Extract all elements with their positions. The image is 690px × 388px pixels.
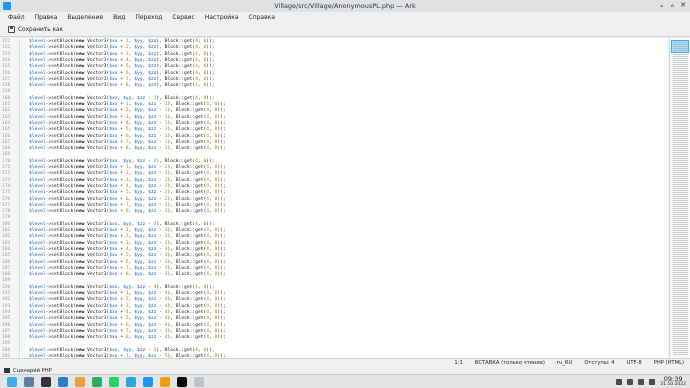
window-title: Village/src/Village/AnonymousPL.php — Ar… xyxy=(274,2,416,10)
terminal-tab-label[interactable]: Сценарий PHP xyxy=(13,368,52,374)
menu-edit[interactable]: Правка xyxy=(30,14,63,21)
menu-go[interactable]: Переход xyxy=(130,14,167,21)
syntax-mode[interactable]: PHP (HTML) xyxy=(648,360,690,366)
ide-icon[interactable] xyxy=(177,376,187,387)
input-mode[interactable]: ВСТАВКА (только чтение) xyxy=(469,360,551,366)
music-icon[interactable] xyxy=(143,376,153,387)
code-editor[interactable]: 151 $level->setBlock(new Vector3($xx + 1,… xyxy=(0,38,668,358)
store-icon[interactable] xyxy=(92,376,102,387)
menu-tools[interactable]: Сервис xyxy=(167,14,199,21)
browser-icon[interactable] xyxy=(75,376,85,387)
files-icon[interactable] xyxy=(24,376,34,387)
battery-icon[interactable] xyxy=(649,379,656,385)
system-tray: 09:39 31.10.2022 xyxy=(616,376,686,388)
app-icon xyxy=(3,2,11,10)
clock-date: 31.10.2022 xyxy=(660,382,686,387)
menu-view[interactable]: Вид xyxy=(108,14,130,21)
telegram-icon[interactable] xyxy=(126,376,136,387)
window-controls: ⌄ ▵ ✕ xyxy=(659,1,686,9)
terminal-icon[interactable] xyxy=(41,376,51,387)
menu-help[interactable]: Справка xyxy=(244,14,280,21)
save-as-label: Сохранить как xyxy=(18,26,64,33)
ark-icon[interactable] xyxy=(194,376,204,387)
maximize-icon[interactable]: ▵ xyxy=(671,1,675,9)
minimap-viewport[interactable] xyxy=(671,40,689,53)
save-as-button[interactable]: Сохранить как xyxy=(5,25,66,34)
cursor-position[interactable]: 1:1 xyxy=(448,360,468,366)
app-launcher-icon[interactable] xyxy=(7,376,17,387)
dolphin-icon[interactable] xyxy=(58,376,68,387)
taskbar: 09:39 31.10.2022 xyxy=(0,374,690,388)
clock[interactable]: 09:39 31.10.2022 xyxy=(660,376,686,388)
bottom-panel-bar: Сценарий PHP xyxy=(0,367,690,374)
minimap-scrollbar[interactable] xyxy=(669,38,690,358)
volume-icon[interactable] xyxy=(638,379,645,385)
clipboard-icon[interactable] xyxy=(616,379,623,385)
menu-file[interactable]: Файл xyxy=(3,14,30,21)
menubar: Файл Правка Выделение Вид Переход Сервис… xyxy=(0,12,690,23)
menu-selection[interactable]: Выделение xyxy=(62,14,108,21)
window-titlebar: Village/src/Village/AnonymousPL.php — Ar… xyxy=(0,0,690,12)
dictionary-locale[interactable]: ru_RU xyxy=(551,360,578,366)
terminal-icon xyxy=(4,368,10,373)
statusbar: 1:1 ВСТАВКА (только чтение) ru_RU Отступ… xyxy=(0,358,690,367)
indentation-setting[interactable]: Отступы: 4 xyxy=(578,360,620,366)
chat-icon[interactable] xyxy=(160,376,170,387)
encoding-setting[interactable]: UTF-8 xyxy=(621,360,648,366)
minimize-icon[interactable]: ⌄ xyxy=(659,1,665,9)
whatsapp-icon[interactable] xyxy=(109,376,119,387)
menu-settings[interactable]: Настройка xyxy=(200,14,244,21)
toolbar: Сохранить как xyxy=(0,23,690,37)
close-icon[interactable]: ✕ xyxy=(680,1,686,9)
network-icon[interactable] xyxy=(627,379,634,385)
minimap-preview xyxy=(673,40,688,355)
save-as-icon xyxy=(8,26,15,33)
